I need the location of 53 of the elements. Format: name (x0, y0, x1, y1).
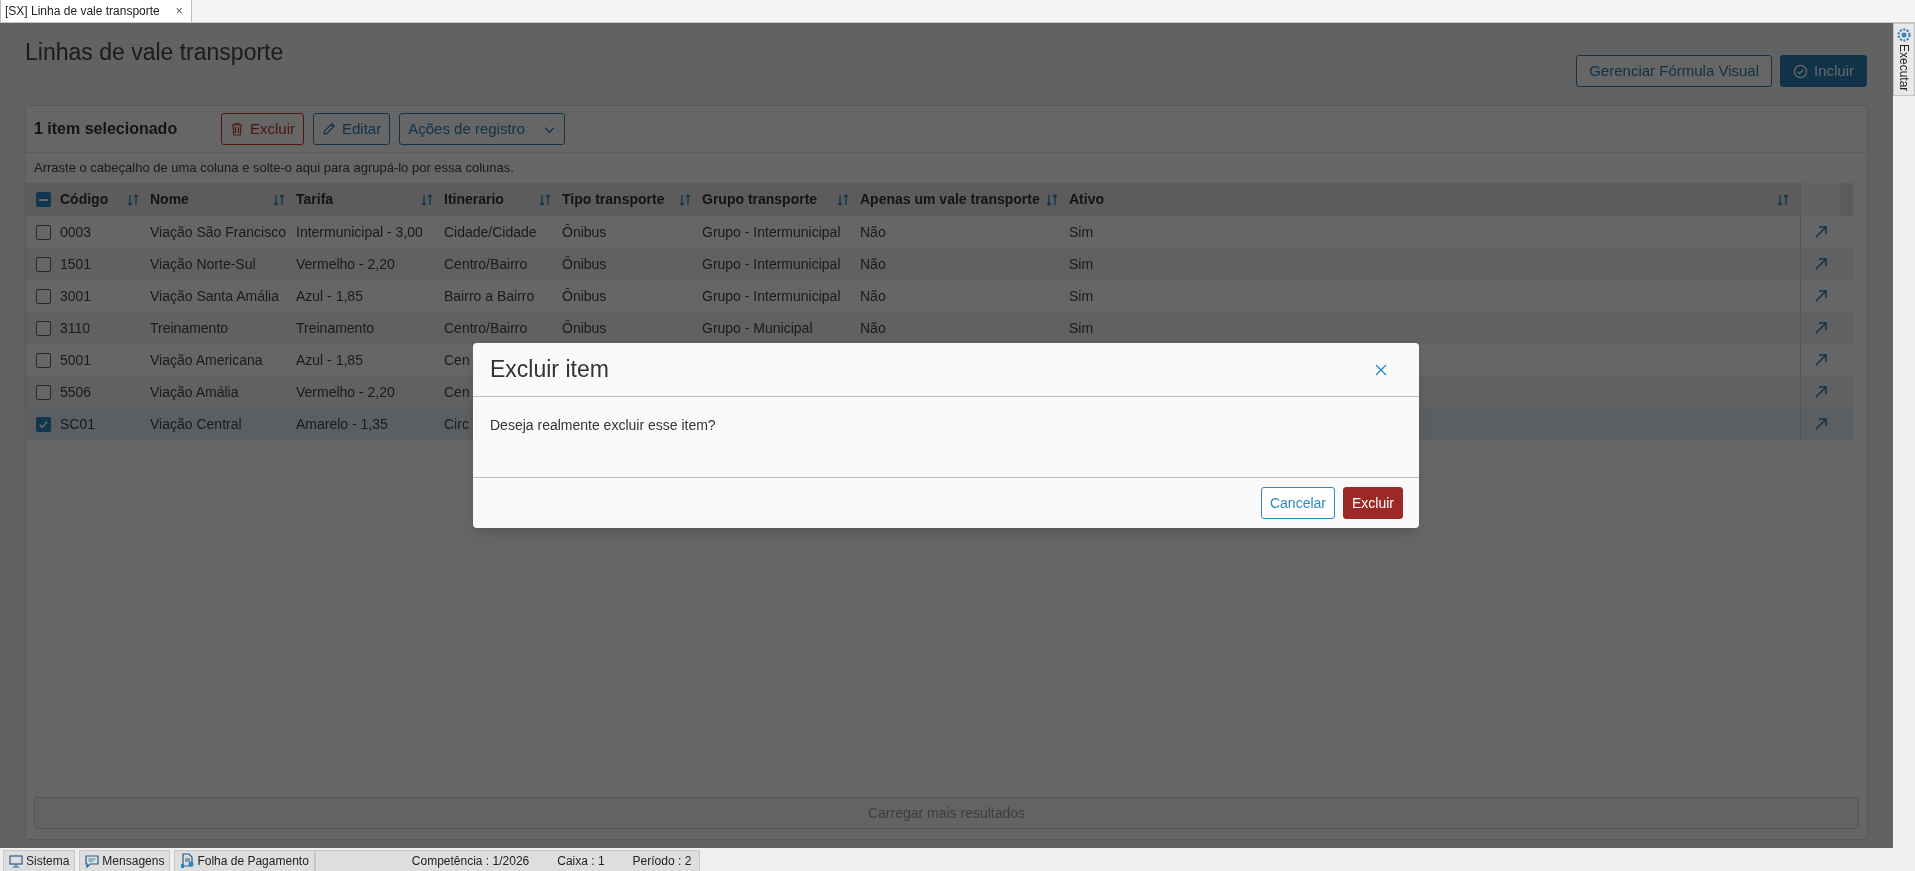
table-cell-text: 3001 (60, 286, 92, 306)
table-cell-text: Azul - 1,85 (296, 350, 363, 370)
group-hint: Arraste o cabeçalho de uma coluna e solte-o aqui para agrupá-lo por essa colunas. (33, 159, 515, 178)
table-cell-text: Grupo - Intermunicipal (702, 286, 841, 306)
table-cell-text: Grupo - Intermunicipal (702, 222, 841, 242)
table-cell-text: SC01 (60, 414, 96, 434)
table-cell-text: 0003 (60, 222, 92, 242)
status-text: Competência : 1/2026 (411, 853, 530, 870)
table-cell-text: Vermelho - 2,20 (296, 254, 395, 274)
table-cell-text: Treinamento (150, 318, 229, 338)
table-cell-text: Cidade/Cidade (444, 222, 537, 242)
table-cell-text: Sim (1069, 318, 1094, 338)
table-cell-text: Treinamento (296, 318, 375, 338)
table-cell-text: Ônibus (562, 222, 607, 242)
table-cell-text: Viação Norte-Sul (150, 254, 256, 274)
table-cell-text: 5506 (60, 382, 92, 402)
tab-title: [SX] Linha de vale transporte (5, 3, 160, 20)
table-cell-text: Centro/Bairro (444, 318, 528, 338)
status-text: Período : 2 (632, 853, 692, 870)
table-cell-text: 5001 (60, 350, 92, 370)
table-cell-text: Sim (1069, 286, 1094, 306)
table-cell-text: Cen (444, 382, 470, 402)
page-title: Linhas de vale transporte (25, 38, 284, 67)
table-cell-text: Sim (1069, 254, 1094, 274)
table-cell-text: Grupo - Municipal (702, 318, 813, 338)
table-cell-text: 3110 (60, 318, 91, 338)
table-cell-text: Não (860, 254, 886, 274)
table-cell-text: Vermelho - 2,20 (296, 382, 395, 402)
table-cell-text: Bairro a Bairro (444, 286, 535, 306)
table-cell-text: 1501 (60, 254, 92, 274)
table-cell-text: Circ (444, 414, 469, 434)
table-cell-text: Não (860, 286, 886, 306)
table-cell-text: Centro/Bairro (444, 254, 528, 274)
selection-count: 1 item selecionado (34, 119, 179, 139)
table-cell-text: Viação Americana (150, 350, 263, 370)
table-cell-text: Ônibus (562, 254, 607, 274)
table-cell-text: Não (860, 318, 886, 338)
dialog-message: Deseja realmente excluir esse item? (490, 416, 717, 435)
table-cell-text: Viação Amália (150, 382, 239, 402)
table-cell-text: Grupo - Intermunicipal (702, 254, 841, 274)
table-cell-text: Viação Central (150, 414, 242, 434)
table-cell-text: Ônibus (562, 318, 607, 338)
table-cell-text: Não (860, 222, 886, 242)
table-cell-text: Sim (1069, 222, 1094, 242)
table-cell-text: Azul - 1,85 (296, 286, 363, 306)
table-cell-text: Ônibus (562, 286, 607, 306)
table-cell-text: Viação São Francisco (150, 222, 286, 242)
table-cell-text: Viação Santa Amália (150, 286, 279, 306)
table-cell-text: Amarelo - 1,35 (296, 414, 388, 434)
table-cell-text: Cen (444, 350, 470, 370)
dialog-title: Excluir item (490, 355, 609, 385)
table-cell-text: Intermunicipal - 3,00 (296, 222, 423, 242)
status-text: Caixa : 1 (557, 853, 605, 870)
